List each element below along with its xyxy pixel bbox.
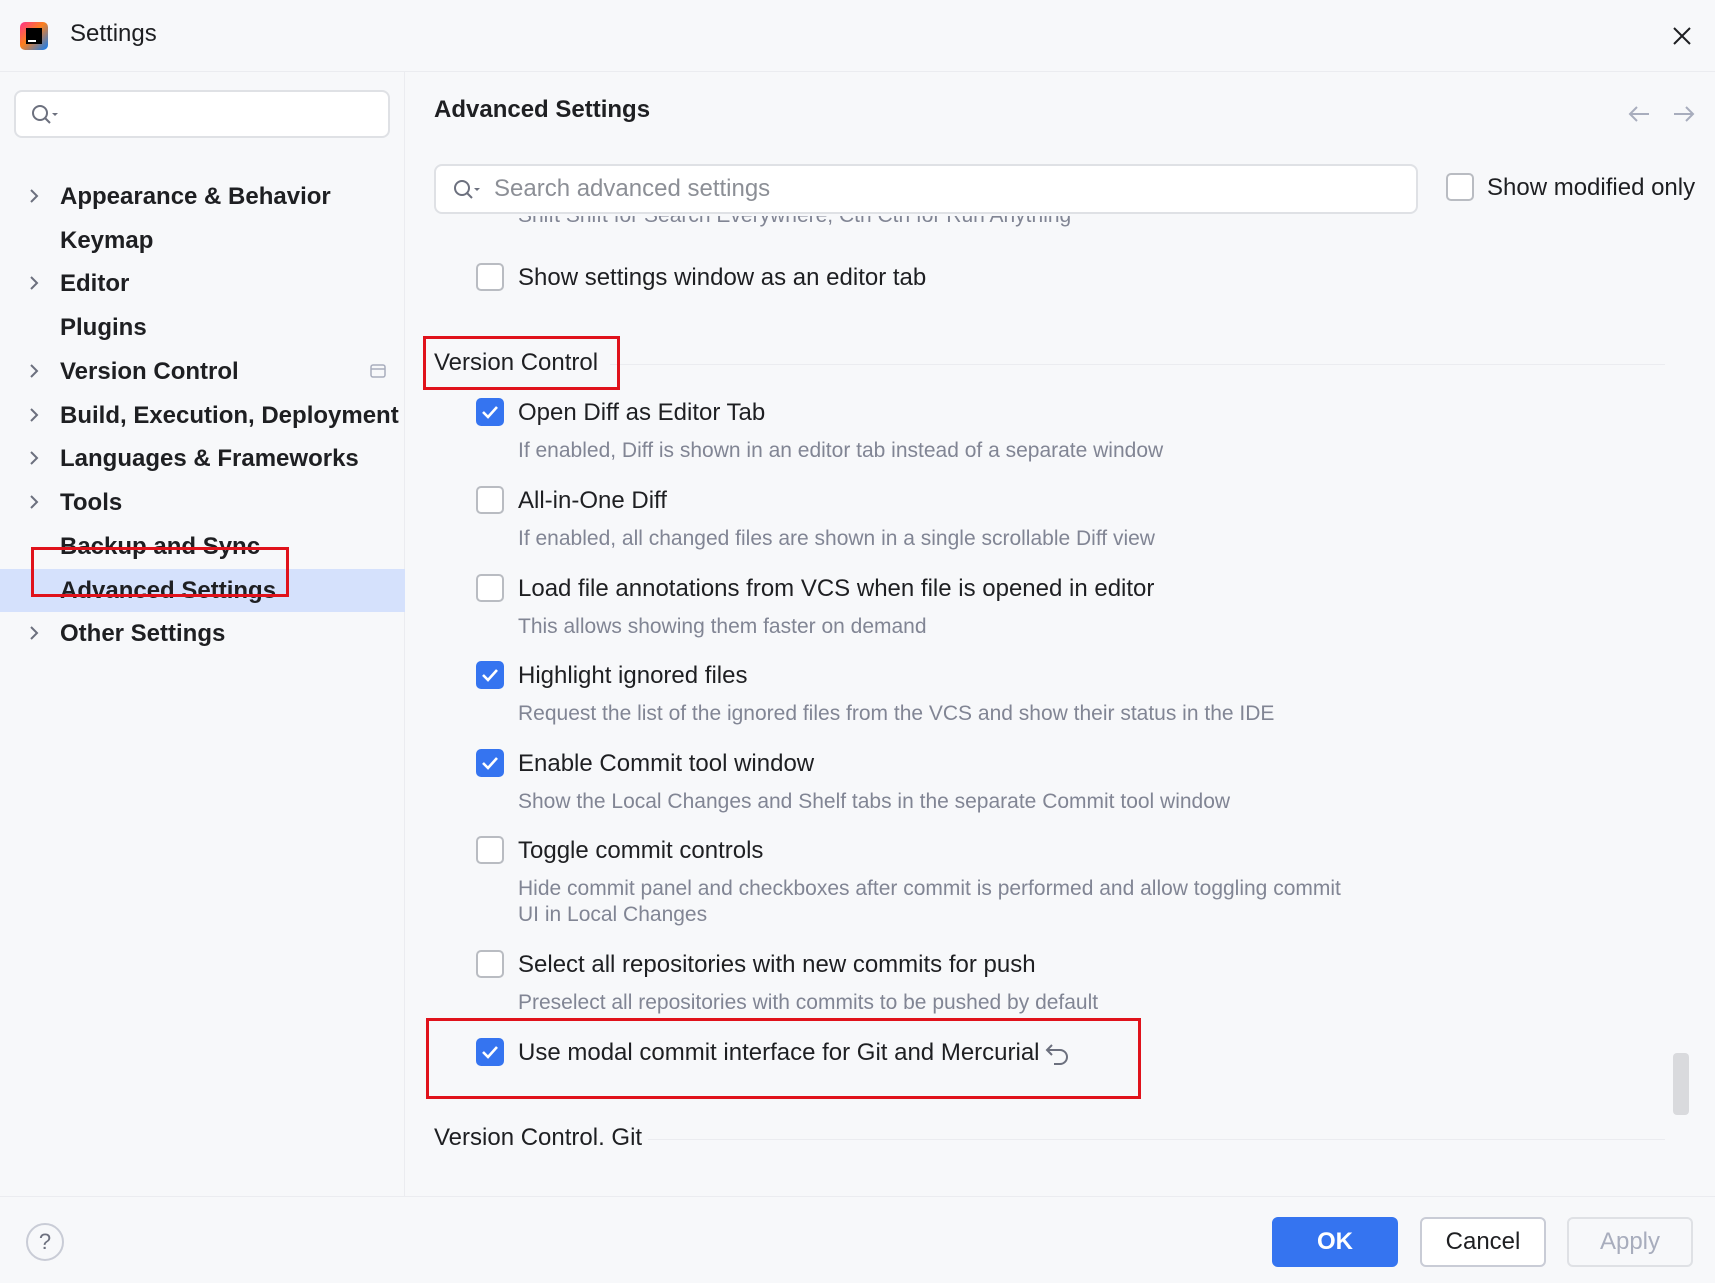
chevron-right-icon[interactable] xyxy=(28,450,40,466)
close-icon xyxy=(1673,27,1691,45)
chevron-right-icon[interactable] xyxy=(28,275,40,291)
chevron-right-icon[interactable] xyxy=(28,188,40,204)
load-file-annotations-label: Load file annotations from VCS when file… xyxy=(518,575,1155,602)
all-in-one-diff-label: All-in-One Diff xyxy=(518,487,667,514)
page-title: Advanced Settings xyxy=(434,96,651,123)
checkmark-icon xyxy=(482,406,498,419)
sidebar-item-label: Other Settings xyxy=(60,619,226,647)
checkmark-icon xyxy=(482,1046,498,1059)
sidebar-search-input[interactable] xyxy=(14,90,390,138)
forward-arrow-icon[interactable] xyxy=(1672,104,1696,124)
use-modal-commit-interface-label: Use modal commit interface for Git and M… xyxy=(518,1039,1040,1066)
section-divider xyxy=(648,1139,1665,1140)
intellij-logo-icon xyxy=(20,22,48,50)
sidebar-item-build-execution-deployment[interactable]: Build, Execution, Deployment xyxy=(0,394,405,437)
section-title-version-control: Version Control xyxy=(434,349,599,376)
all-in-one-diff-description: If enabled, all changed files are shown … xyxy=(518,527,1155,550)
sidebar-item-label: Keymap xyxy=(60,226,154,254)
sidebar-item-advanced-settings[interactable]: Advanced Settings xyxy=(0,569,405,612)
dialog-footer: ? OK Cancel Apply xyxy=(0,1196,1715,1283)
sidebar-item-label: Appearance & Behavior xyxy=(60,182,331,210)
select-all-repositories-description: Preselect all repositories with commits … xyxy=(518,991,1099,1014)
chevron-right-icon[interactable] xyxy=(28,625,40,641)
enable-commit-tool-window-checkbox[interactable] xyxy=(476,749,504,777)
sidebar-item-version-control[interactable]: Version Control xyxy=(0,350,405,393)
checkmark-icon xyxy=(482,669,498,682)
advanced-search-input[interactable] xyxy=(492,174,1392,204)
chevron-right-icon[interactable] xyxy=(28,407,40,423)
scrollbar-thumb[interactable] xyxy=(1673,1053,1689,1115)
title-bar: Settings xyxy=(0,0,1715,72)
show-modified-checkbox[interactable] xyxy=(1446,173,1474,201)
settings-window-tab-checkbox[interactable] xyxy=(476,263,504,291)
section-divider xyxy=(610,364,1665,365)
settings-sidebar: Appearance & Behavior Keymap Editor Plugins… xyxy=(0,72,405,1197)
cancel-button[interactable]: Cancel xyxy=(1420,1217,1546,1267)
search-icon xyxy=(32,105,58,124)
select-all-repositories-label: Select all repositories with new commits… xyxy=(518,951,1036,978)
use-modal-commit-interface-checkbox[interactable] xyxy=(476,1038,504,1066)
sidebar-item-label: Languages & Frameworks xyxy=(60,444,359,472)
sidebar-item-backup-and-sync[interactable]: Backup and Sync xyxy=(0,525,405,568)
sidebar-item-other-settings[interactable]: Other Settings xyxy=(0,612,405,655)
select-all-repositories-checkbox[interactable] xyxy=(476,950,504,978)
open-diff-editor-tab-label: Open Diff as Editor Tab xyxy=(518,399,766,426)
sidebar-item-tools[interactable]: Tools xyxy=(0,481,405,524)
chevron-right-icon[interactable] xyxy=(28,494,40,510)
settings-window-tab-label: Show settings window as an editor tab xyxy=(518,264,927,291)
sidebar-item-label: Version Control xyxy=(60,357,239,385)
clipped-description: Shift Shift for Search Everywhere, Ctrl … xyxy=(518,216,1071,238)
search-icon xyxy=(454,180,480,199)
highlight-ignored-files-description: Request the list of the ignored files fr… xyxy=(518,702,1275,725)
toggle-commit-controls-label: Toggle commit controls xyxy=(518,837,764,864)
sidebar-item-label: Backup and Sync xyxy=(60,532,261,560)
apply-button[interactable]: Apply xyxy=(1567,1217,1693,1267)
close-button[interactable] xyxy=(1664,18,1700,54)
toggle-commit-controls-description: Hide commit panel and checkboxes after c… xyxy=(518,877,1341,926)
all-in-one-diff-checkbox[interactable] xyxy=(476,486,504,514)
sidebar-item-label: Plugins xyxy=(60,313,147,341)
highlight-ignored-files-checkbox[interactable] xyxy=(476,661,504,689)
open-diff-editor-tab-description: If enabled, Diff is shown in an editor t… xyxy=(518,439,1164,462)
sidebar-item-label: Editor xyxy=(60,269,130,297)
chevron-right-icon[interactable] xyxy=(28,363,40,379)
window-title: Settings xyxy=(70,20,157,47)
show-modified-label: Show modified only xyxy=(1487,174,1696,201)
help-button[interactable]: ? xyxy=(26,1223,64,1261)
highlight-ignored-files-label: Highlight ignored files xyxy=(518,662,748,689)
sidebar-item-label: Build, Execution, Deployment xyxy=(60,401,399,429)
sidebar-item-label: Tools xyxy=(60,488,123,516)
section-title-version-control-git: Version Control. Git xyxy=(434,1124,643,1151)
enable-commit-tool-window-description: Show the Local Changes and Shelf tabs in… xyxy=(518,790,1231,813)
sidebar-item-label: Advanced Settings xyxy=(60,576,277,604)
ok-button[interactable]: OK xyxy=(1272,1217,1398,1267)
sidebar-item-languages-frameworks[interactable]: Languages & Frameworks xyxy=(0,437,405,480)
open-diff-editor-tab-checkbox[interactable] xyxy=(476,398,504,426)
sidebar-item-keymap[interactable]: Keymap xyxy=(0,219,405,262)
back-arrow-icon[interactable] xyxy=(1627,104,1651,124)
project-level-icon xyxy=(370,364,386,378)
toggle-commit-controls-checkbox[interactable] xyxy=(476,836,504,864)
enable-commit-tool-window-label: Enable Commit tool window xyxy=(518,750,815,777)
sidebar-item-editor[interactable]: Editor xyxy=(0,262,405,305)
load-file-annotations-description: This allows showing them faster on deman… xyxy=(518,615,927,638)
load-file-annotations-checkbox[interactable] xyxy=(476,574,504,602)
sidebar-item-appearance-behavior[interactable]: Appearance & Behavior xyxy=(0,175,405,218)
revert-icon[interactable] xyxy=(1044,1040,1072,1066)
sidebar-item-plugins[interactable]: Plugins xyxy=(0,306,405,349)
checkmark-icon xyxy=(482,757,498,770)
advanced-settings-search[interactable] xyxy=(434,164,1418,214)
